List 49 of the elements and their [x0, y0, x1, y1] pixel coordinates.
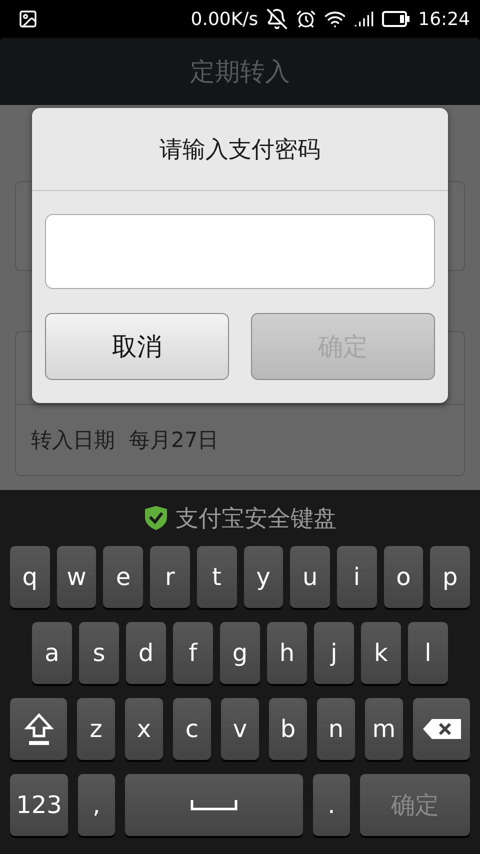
signal-icon [354, 9, 374, 29]
keyboard-key[interactable]: e [103, 546, 144, 608]
shift-icon [24, 712, 54, 746]
keyboard-title: 支付宝安全键盘 [176, 504, 336, 534]
backspace-icon [422, 718, 462, 740]
dialog-button[interactable]: 取消 [45, 313, 229, 380]
keyboard-key[interactable]: x [125, 698, 163, 760]
alarm-icon [296, 9, 316, 29]
keyboard-key[interactable]: p [430, 546, 470, 608]
keyboard-key[interactable]: s [79, 622, 119, 684]
keyboard-key[interactable]: j [314, 622, 354, 684]
backspace-key[interactable] [413, 698, 470, 760]
keyboard-key[interactable]: i [336, 546, 377, 608]
keyboard-key[interactable]: c [173, 698, 211, 760]
keyboard-key[interactable]: . [313, 774, 350, 836]
shield-check-icon [144, 505, 168, 531]
keyboard-key[interactable]: b [269, 698, 307, 760]
keyboard-key[interactable]: u [290, 546, 330, 608]
keyboard-key[interactable]: z [77, 698, 115, 760]
keyboard-key[interactable]: w [56, 546, 96, 608]
keyboard-key[interactable]: n [317, 698, 355, 760]
keyboard-key[interactable]: h [267, 622, 307, 684]
keyboard-key[interactable]: 123 [10, 774, 68, 836]
muted-bell-icon [266, 8, 288, 30]
shift-key[interactable] [10, 698, 67, 760]
keyboard-key[interactable]: t [196, 546, 236, 608]
network-speed: 0.00K/s [190, 8, 258, 30]
keyboard-key[interactable]: d [126, 622, 166, 684]
keyboard-key[interactable]: y [244, 546, 284, 608]
battery-icon [382, 10, 410, 28]
keyboard-key[interactable]: q [10, 546, 50, 608]
keyboard-key[interactable]: a [32, 622, 72, 684]
keyboard-key[interactable]: g [220, 622, 260, 684]
keyboard-key[interactable]: l [408, 622, 448, 684]
keyboard-key[interactable]: v [221, 698, 259, 760]
keyboard-key[interactable]: r [150, 546, 190, 608]
image-icon [18, 9, 38, 29]
keyboard-key[interactable]: m [365, 698, 403, 760]
page-title: 定期转入 [190, 56, 290, 88]
row-value: 每月27日 [129, 427, 219, 454]
keyboard-key[interactable]: , [78, 774, 115, 836]
row-label: 转入日期 [31, 427, 115, 454]
keyboard-key[interactable]: o [384, 546, 424, 608]
password-field[interactable] [45, 214, 435, 289]
clock: 16:24 [418, 8, 470, 30]
keyboard-key[interactable]: k [361, 622, 401, 684]
dialog-title: 请输入支付密码 [160, 136, 320, 164]
space-icon [190, 799, 238, 811]
keyboard-key[interactable]: f [173, 622, 213, 684]
